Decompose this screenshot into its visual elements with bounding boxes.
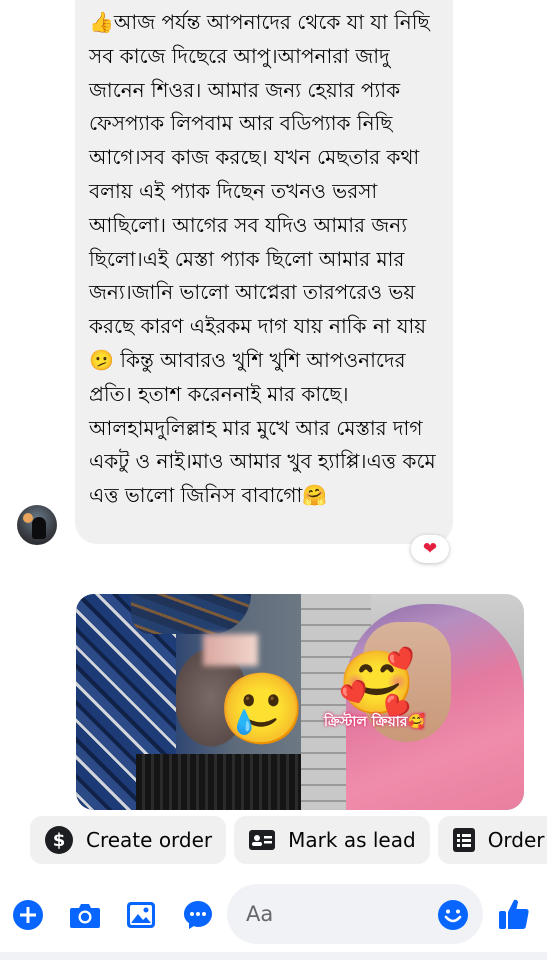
- svg-text:$: $: [53, 830, 66, 851]
- message-composer: [0, 884, 547, 946]
- plus-icon[interactable]: [12, 899, 44, 931]
- bottom-strip: [0, 952, 547, 960]
- tear-smile-sticker: 🥲: [218, 668, 306, 750]
- message-bubble[interactable]: 👍আজ পর্যন্ত আপনাদের থেকে যা যা নিছি সব ক…: [75, 0, 453, 544]
- create-order-label: Create order: [86, 828, 213, 852]
- photo-caption-label: ক্রিস্টাল ক্রিয়ার🥰: [324, 714, 425, 730]
- order-label: Order: [487, 828, 545, 852]
- avatar-silhouette: [32, 517, 46, 539]
- message-input[interactable]: [244, 901, 428, 927]
- heart-reaction[interactable]: ❤: [411, 535, 449, 563]
- dollar-icon: $: [44, 825, 74, 855]
- create-order-button[interactable]: $ Create order: [30, 816, 227, 864]
- love-face-sticker: 🥰: [338, 646, 416, 719]
- photo-clothing: [136, 754, 301, 810]
- photo-scarf-top: [131, 594, 251, 634]
- like-icon[interactable]: [497, 896, 531, 932]
- emoji-icon[interactable]: [437, 899, 469, 931]
- mark-as-lead-label: Mark as lead: [288, 828, 416, 852]
- mark-as-lead-button[interactable]: Mark as lead: [234, 816, 430, 864]
- chat-icon[interactable]: [182, 899, 214, 931]
- sender-avatar[interactable]: [17, 505, 57, 545]
- list-icon: [452, 827, 476, 853]
- gallery-icon[interactable]: [125, 899, 157, 931]
- quick-actions-bar: $ Create order Mark as lead Order: [0, 816, 547, 868]
- message-text: 👍আজ পর্যন্ত আপনাদের থেকে যা যা নিছি সব ক…: [89, 10, 442, 508]
- camera-icon[interactable]: [69, 899, 101, 931]
- order-button[interactable]: Order: [437, 816, 547, 864]
- photo-blur-patch: [203, 634, 258, 666]
- contact-card-icon: [248, 828, 276, 852]
